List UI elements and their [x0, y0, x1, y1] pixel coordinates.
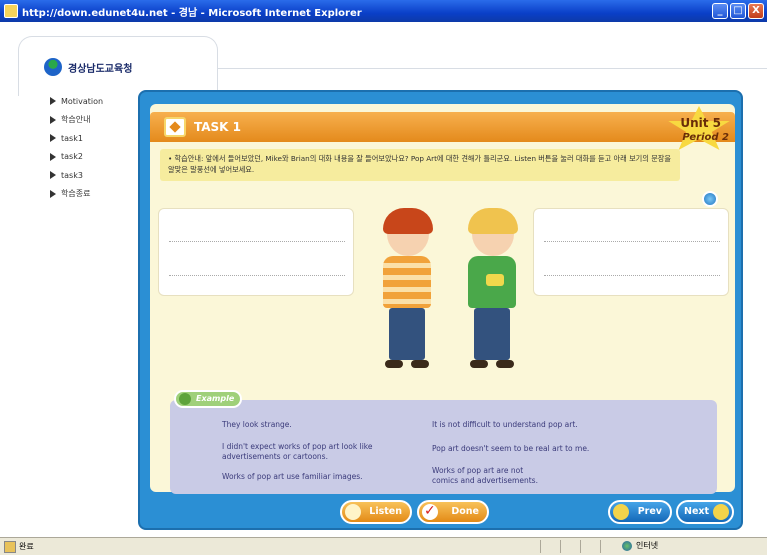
triangle-bullet-icon: [50, 115, 56, 124]
nav-item-motivation[interactable]: Motivation: [50, 92, 103, 111]
instruction-box: • 학습안내: 앞에서 들어보았던, Mike와 Brian의 대화 내용을 잘…: [160, 149, 680, 181]
nav-item-task2[interactable]: task2: [50, 148, 103, 167]
answer-line: [544, 241, 720, 242]
nav-item-label: task1: [61, 133, 83, 143]
maximize-button[interactable]: □: [730, 3, 746, 19]
security-zone: 인터넷: [622, 540, 658, 551]
prev-label: Prev: [637, 506, 662, 517]
nav-item-learning-guide[interactable]: 학습안내: [50, 111, 103, 130]
title-bar: http://down.edunet4u.net - 경남 - Microsof…: [0, 0, 767, 22]
example-sentence[interactable]: Works of pop art are not comics and adve…: [432, 466, 542, 486]
status-divider: [540, 540, 541, 553]
example-box: Example They look strange. I didn't expe…: [170, 390, 717, 494]
nav-item-task3[interactable]: task3: [50, 166, 103, 185]
check-icon: [422, 501, 438, 521]
done-button[interactable]: Done: [417, 500, 489, 524]
listen-label: Listen: [369, 506, 402, 517]
left-nav: Motivation 학습안내 task1 task2 task3 학습종료: [50, 92, 103, 203]
example-sentence[interactable]: They look strange.: [222, 420, 392, 430]
triangle-bullet-icon: [50, 97, 56, 106]
done-label: Done: [451, 506, 479, 517]
info-icon[interactable]: [702, 191, 718, 207]
triangle-bullet-icon: [50, 152, 56, 161]
example-tag: Example: [174, 390, 243, 408]
browser-window: http://down.edunet4u.net - 경남 - Microsof…: [0, 0, 767, 555]
nav-item-label: 학습종료: [61, 189, 91, 199]
nav-item-label: task2: [61, 152, 83, 162]
next-label: Next: [684, 506, 710, 517]
status-divider: [560, 540, 561, 553]
brian-character: [460, 208, 524, 372]
arrow-left-icon: [613, 504, 629, 520]
answer-line: [169, 275, 345, 276]
status-text: 완료: [19, 542, 34, 551]
education-office-logo-icon: [44, 58, 62, 76]
lesson-stage: TASK 1 Unit 5 Period 2 • 학습안내: 앞에서 들어보았던…: [138, 90, 743, 530]
example-sentence[interactable]: Works of pop art use familiar images.: [222, 472, 412, 482]
unit-label: Unit 5: [680, 116, 721, 130]
speech-bubble-left[interactable]: [158, 208, 354, 296]
triangle-bullet-icon: [50, 189, 56, 198]
example-sentence[interactable]: I didn't expect works of pop art look li…: [222, 442, 392, 462]
task-title: TASK 1: [194, 120, 242, 134]
prev-button[interactable]: Prev: [608, 500, 672, 524]
task-header: TASK 1: [150, 112, 735, 142]
task-icon: [164, 117, 186, 137]
answer-line: [544, 275, 720, 276]
close-button[interactable]: X: [748, 3, 764, 19]
control-bar: Listen Done Prev Next: [140, 496, 741, 528]
page-content: 경상남도교육청 Motivation 학습안내 task1 task2 task…: [0, 22, 767, 537]
speaker-icon: [345, 504, 361, 520]
page-status-icon: [4, 540, 16, 553]
logo-text: 경상남도교육청: [68, 63, 133, 75]
example-sentence[interactable]: It is not difficult to understand pop ar…: [432, 420, 652, 430]
period-label: Period 2: [682, 132, 729, 143]
speech-bubble-right[interactable]: [533, 208, 729, 296]
nav-item-label: task3: [61, 170, 83, 180]
window-title: http://down.edunet4u.net - 경남 - Microsof…: [22, 7, 362, 19]
status-divider: [600, 540, 601, 553]
example-sentence[interactable]: Pop art doesn't seem to be real art to m…: [432, 444, 652, 454]
nav-item-label: 학습안내: [61, 115, 91, 125]
nav-item-task1[interactable]: task1: [50, 129, 103, 148]
status-divider: [580, 540, 581, 553]
header-divider: [217, 68, 767, 69]
status-bar: 완료 인터넷: [0, 537, 767, 555]
globe-icon: [622, 540, 632, 551]
mike-character: [375, 208, 439, 372]
site-logo[interactable]: 경상남도교육청: [44, 58, 132, 76]
lesson-panel: TASK 1 Unit 5 Period 2 • 학습안내: 앞에서 들어보았던…: [150, 104, 735, 494]
nav-item-end[interactable]: 학습종료: [50, 185, 103, 204]
triangle-bullet-icon: [50, 171, 56, 180]
minimize-button[interactable]: _: [712, 3, 728, 19]
answer-line: [169, 241, 345, 242]
arrow-right-icon: [713, 504, 729, 520]
listen-button[interactable]: Listen: [340, 500, 412, 524]
nav-item-label: Motivation: [61, 96, 104, 106]
zone-label: 인터넷: [636, 541, 659, 550]
next-button[interactable]: Next: [676, 500, 734, 524]
triangle-bullet-icon: [50, 134, 56, 143]
ie-icon: [4, 4, 18, 18]
